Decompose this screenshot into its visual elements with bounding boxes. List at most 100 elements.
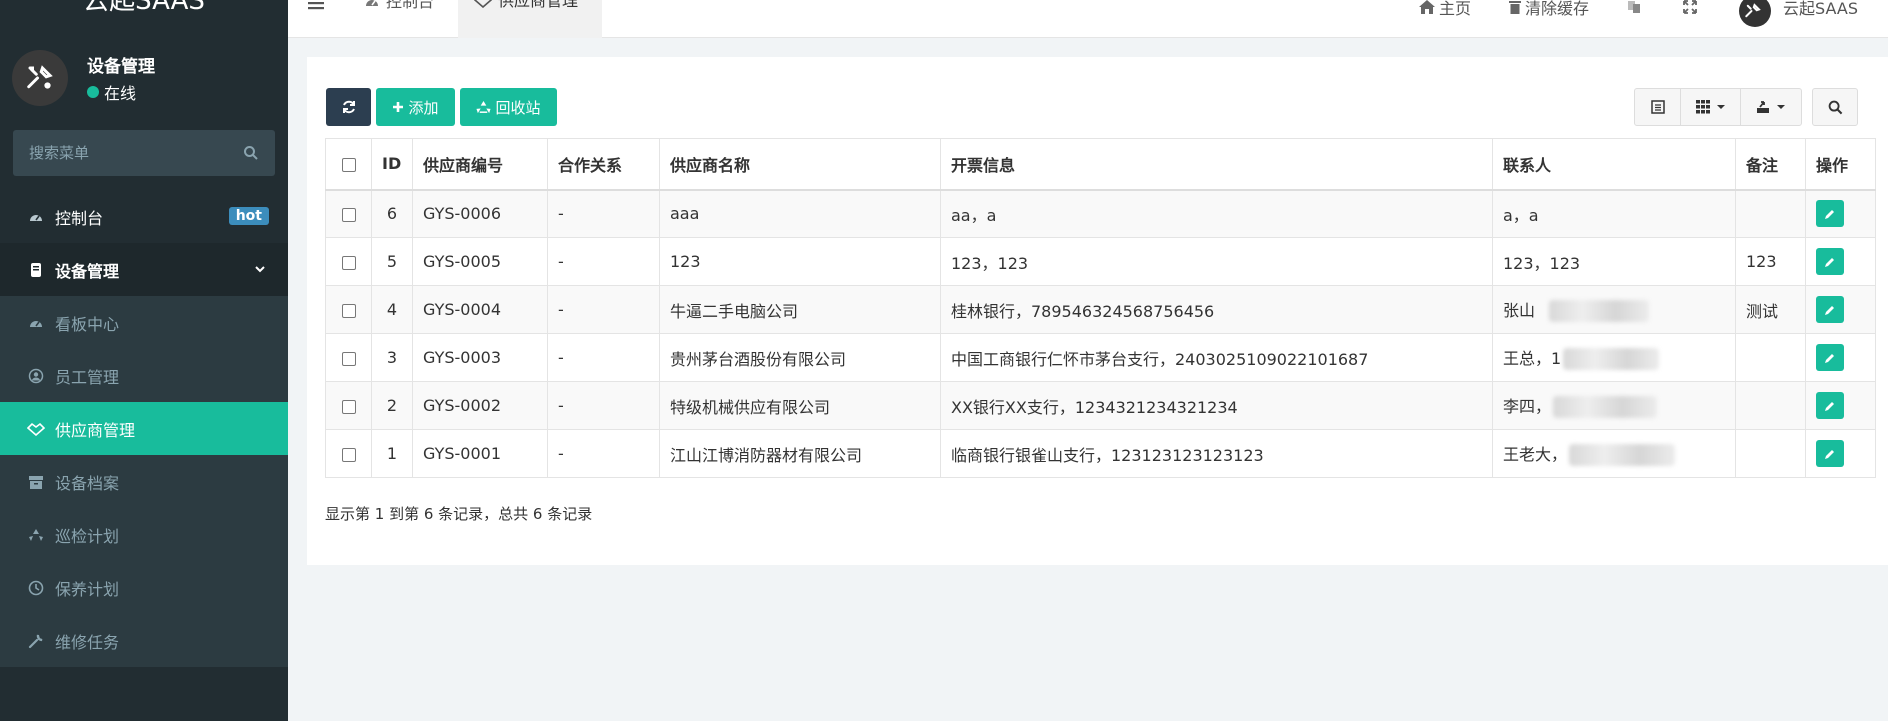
- chevron-down-icon: [255, 266, 265, 273]
- recycle-icon: [476, 100, 492, 113]
- tab-label: 控制台: [386, 0, 435, 11]
- caret-down-icon: [1777, 105, 1785, 109]
- column-header-name[interactable]: 供应商名称: [659, 138, 941, 191]
- dashboard-icon: [27, 208, 45, 226]
- column-header-relation[interactable]: 合作关系: [547, 138, 660, 191]
- cell-contact: 王老大，: [1492, 429, 1736, 478]
- cell-id: 2: [371, 381, 413, 430]
- user-panel: 设备管理 在线: [12, 48, 278, 110]
- row-checkbox[interactable]: [341, 303, 356, 318]
- edit-button[interactable]: [1816, 344, 1844, 371]
- table-row: 5 GYS-0005 - 123 123，123 123，123 123: [325, 237, 1876, 286]
- edit-button[interactable]: [1816, 200, 1844, 228]
- sidebar-item-supplier[interactable]: 供应商管理: [0, 402, 288, 455]
- recycle-bin-button[interactable]: 回收站: [460, 88, 557, 126]
- home-icon: [1419, 0, 1436, 14]
- archive-icon: [27, 473, 45, 491]
- cell-code: GYS-0003: [412, 333, 548, 382]
- dashboard-icon: [27, 314, 45, 332]
- column-header-id[interactable]: ID: [371, 138, 413, 191]
- table-row: 3 GYS-0003 - 贵州茅台酒股份有限公司 中国工商银行仁怀市茅台支行，2…: [325, 333, 1876, 382]
- fullscreen-button[interactable]: [1683, 0, 1701, 14]
- recycle-icon: [27, 526, 45, 544]
- sidebar-item-console[interactable]: 控制台 hot: [0, 190, 288, 243]
- cell-code: GYS-0004: [412, 285, 548, 334]
- pencil-icon: [1825, 209, 1834, 219]
- sidebar-search: [13, 130, 275, 176]
- cell-actions: [1805, 189, 1876, 238]
- row-checkbox[interactable]: [341, 207, 356, 222]
- hot-badge: hot: [228, 207, 269, 225]
- column-header-code[interactable]: 供应商编号: [412, 138, 548, 191]
- edit-button[interactable]: [1816, 440, 1844, 467]
- caret-down-icon: [1716, 105, 1725, 109]
- account-menu[interactable]: 云起SAAS: [1739, 0, 1858, 27]
- edit-button[interactable]: [1816, 392, 1844, 419]
- row-checkbox[interactable]: [341, 255, 356, 270]
- add-button[interactable]: 添加: [376, 88, 455, 126]
- contact-text: 王老大，: [1503, 444, 1568, 464]
- menu-search-input[interactable]: [13, 130, 233, 176]
- cell-remark: [1735, 429, 1806, 478]
- home-link[interactable]: 主页: [1419, 0, 1471, 19]
- cell-actions: [1805, 333, 1876, 382]
- column-header-remark[interactable]: 备注: [1735, 138, 1806, 191]
- device-submenu: 看板中心 员工管理 供应商管理 设备档案 巡检计划 保养计划 维修任务: [0, 296, 288, 667]
- sidebar: 云起SAAS 设备管理 在线 控制台 hot 设备管理 看板中心: [0, 0, 288, 721]
- sidebar-item-repair-tasks[interactable]: 维修任务: [0, 614, 288, 667]
- column-header-contact[interactable]: 联系人: [1492, 138, 1736, 191]
- cell-invoice: 临商银行银雀山支行，123123123123123: [940, 429, 1493, 478]
- contact-text: 李四，: [1503, 396, 1552, 416]
- column-header-invoice[interactable]: 开票信息: [940, 138, 1493, 191]
- row-select-cell: [325, 333, 372, 382]
- edit-button[interactable]: [1816, 248, 1844, 275]
- cell-remark: [1735, 333, 1806, 382]
- edit-button[interactable]: [1816, 296, 1844, 323]
- row-checkbox[interactable]: [341, 447, 356, 462]
- user-status: 在线: [87, 80, 136, 104]
- row-checkbox[interactable]: [341, 399, 356, 414]
- column-header-actions: 操作: [1805, 138, 1876, 191]
- sidebar-item-board-center[interactable]: 看板中心: [0, 296, 288, 349]
- user-status-text: 在线: [104, 84, 137, 103]
- search-icon[interactable]: [243, 145, 259, 161]
- brand-title[interactable]: 云起SAAS: [0, 0, 288, 16]
- cell-code: GYS-0002: [412, 381, 548, 430]
- list-view-icon: [1650, 100, 1665, 114]
- table-row: 4 GYS-0004 - 牛逼二手电脑公司 桂林银行，7895463245687…: [325, 285, 1876, 334]
- columns-button[interactable]: [1681, 89, 1741, 125]
- sidebar-menu: 控制台 hot 设备管理 看板中心 员工管理 供应商管理 设备档案 巡检计划 保…: [0, 190, 288, 667]
- sidebar-item-label: 维修任务: [55, 632, 120, 652]
- export-button[interactable]: [1741, 89, 1801, 125]
- row-select-cell: [325, 285, 372, 334]
- hamburger-icon[interactable]: [308, 0, 324, 14]
- refresh-button[interactable]: [326, 88, 371, 126]
- sidebar-item-maintenance-plan[interactable]: 保养计划: [0, 561, 288, 614]
- sidebar-item-device-archive[interactable]: 设备档案: [0, 455, 288, 508]
- table-row: 1 GYS-0001 - 江山江博消防器材有限公司 临商银行银雀山支行，1231…: [325, 429, 1876, 478]
- cell-id: 1: [371, 429, 413, 478]
- sidebar-item-staff[interactable]: 员工管理: [0, 349, 288, 402]
- table-search-button[interactable]: [1812, 88, 1858, 126]
- pencil-icon: [1825, 401, 1834, 411]
- tab-supplier[interactable]: 供应商管理: [458, 0, 602, 38]
- card-view-button[interactable]: [1635, 89, 1681, 125]
- home-label: 主页: [1439, 0, 1472, 18]
- cell-id: 6: [371, 189, 413, 238]
- sidebar-item-inspection-plan[interactable]: 巡检计划: [0, 508, 288, 561]
- select-all-checkbox[interactable]: [341, 157, 356, 172]
- sidebar-item-device-management[interactable]: 设备管理: [0, 243, 288, 296]
- cell-contact: 王总，1: [1492, 333, 1736, 382]
- cell-relation: -: [547, 333, 660, 382]
- contact-text: 张山: [1503, 300, 1536, 320]
- cell-code: GYS-0006: [412, 189, 548, 238]
- tab-console[interactable]: 控制台: [364, 0, 434, 38]
- language-button[interactable]: [1627, 0, 1645, 14]
- clear-cache-button[interactable]: 清除缓存: [1509, 0, 1589, 19]
- status-dot-icon: [87, 86, 99, 98]
- add-label: 添加: [408, 98, 439, 117]
- cell-remark: 123: [1735, 237, 1806, 286]
- cell-invoice: 桂林银行，789546324568756456: [940, 285, 1493, 334]
- row-checkbox[interactable]: [341, 351, 356, 366]
- cell-relation: -: [547, 237, 660, 286]
